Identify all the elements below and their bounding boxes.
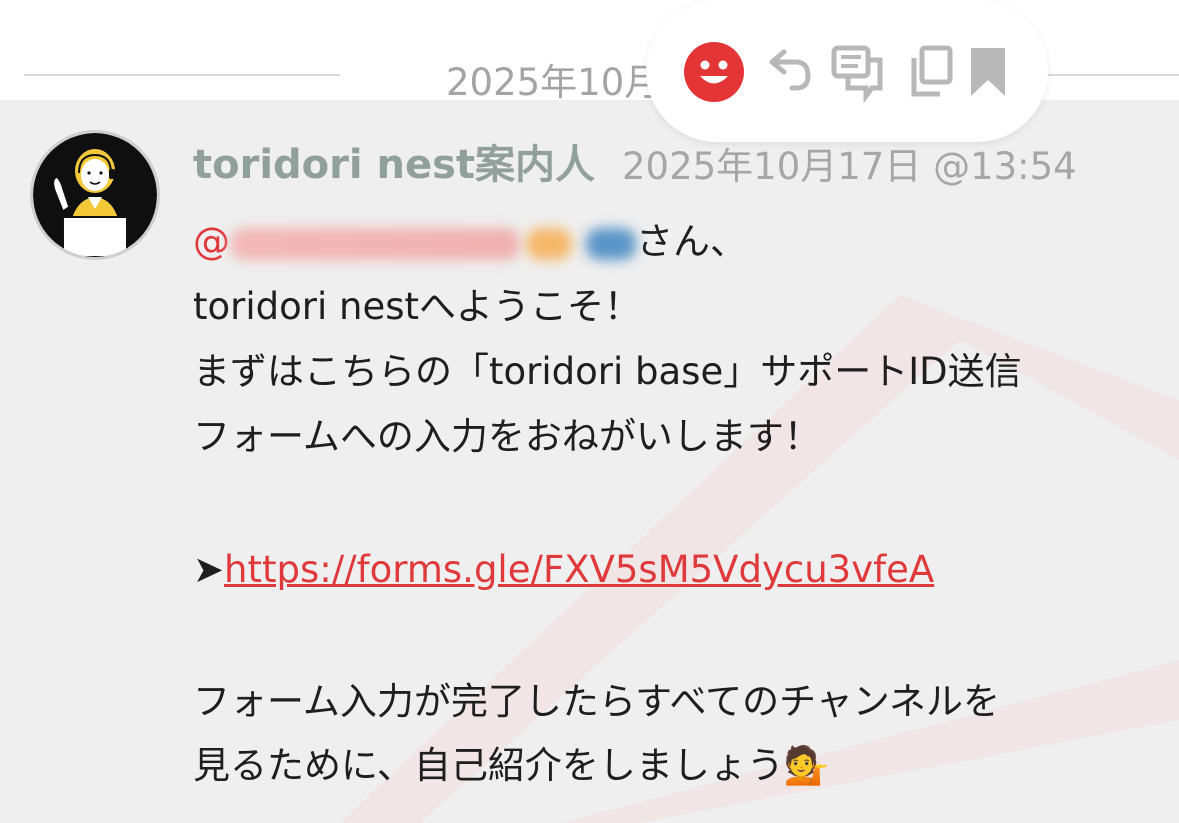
thread-icon (831, 45, 883, 102)
date-divider-text: 2025年10月 (446, 61, 662, 104)
link-arrow-icon: ➤ (193, 548, 225, 591)
copy-button[interactable] (900, 40, 964, 104)
avatar[interactable] (30, 130, 160, 260)
add-reaction-button[interactable] (682, 40, 746, 104)
message-line-1: toridori nestへようこそ！ (193, 285, 642, 328)
redacted-badge (586, 227, 636, 260)
bookmark-icon (971, 48, 1005, 96)
mention-suffix: さん、 (636, 220, 747, 263)
closing-line-2-wrap: 見るために、自己紹介をしましょう💁 (193, 744, 830, 788)
form-link[interactable]: https://forms.gle/FXV5sM5Vdycu3vfeA (224, 548, 934, 591)
message-author[interactable]: toridori nest案内人 (193, 132, 595, 190)
reaction-smiley-icon (684, 42, 744, 102)
closing-line-2: 見るために、自己紹介をしましょう (193, 744, 784, 787)
date-divider-line-left (24, 74, 340, 76)
closing-line-1: フォーム入力が完了したらすべてのチャンネルを (193, 680, 1000, 723)
redacted-emoji (526, 227, 572, 260)
thread-button[interactable] (826, 40, 890, 104)
guide-avatar-icon (33, 133, 157, 257)
message-timestamp[interactable]: 2025年10月17日 @13:54 (622, 136, 1077, 190)
person-tipping-hand-icon: 💁 (783, 744, 830, 787)
date-divider-line-right (1040, 74, 1179, 76)
message-line-2: まずはこちらの「toridori base」サポートID送信 (193, 350, 1022, 393)
redacted-username[interactable] (230, 227, 520, 260)
link-line: ➤https://forms.gle/FXV5sM5Vdycu3vfeA (193, 548, 934, 592)
reply-button[interactable] (758, 40, 822, 104)
mention-at[interactable]: @ (193, 220, 230, 263)
message-line-3: フォームへの入力をおねがいします！ (193, 415, 821, 458)
reply-icon (769, 49, 811, 91)
bookmark-button[interactable] (956, 40, 1020, 104)
mention-line: @ さん、 (193, 220, 747, 264)
message-action-toolbar (646, 0, 1048, 142)
copy-icon (911, 45, 953, 97)
